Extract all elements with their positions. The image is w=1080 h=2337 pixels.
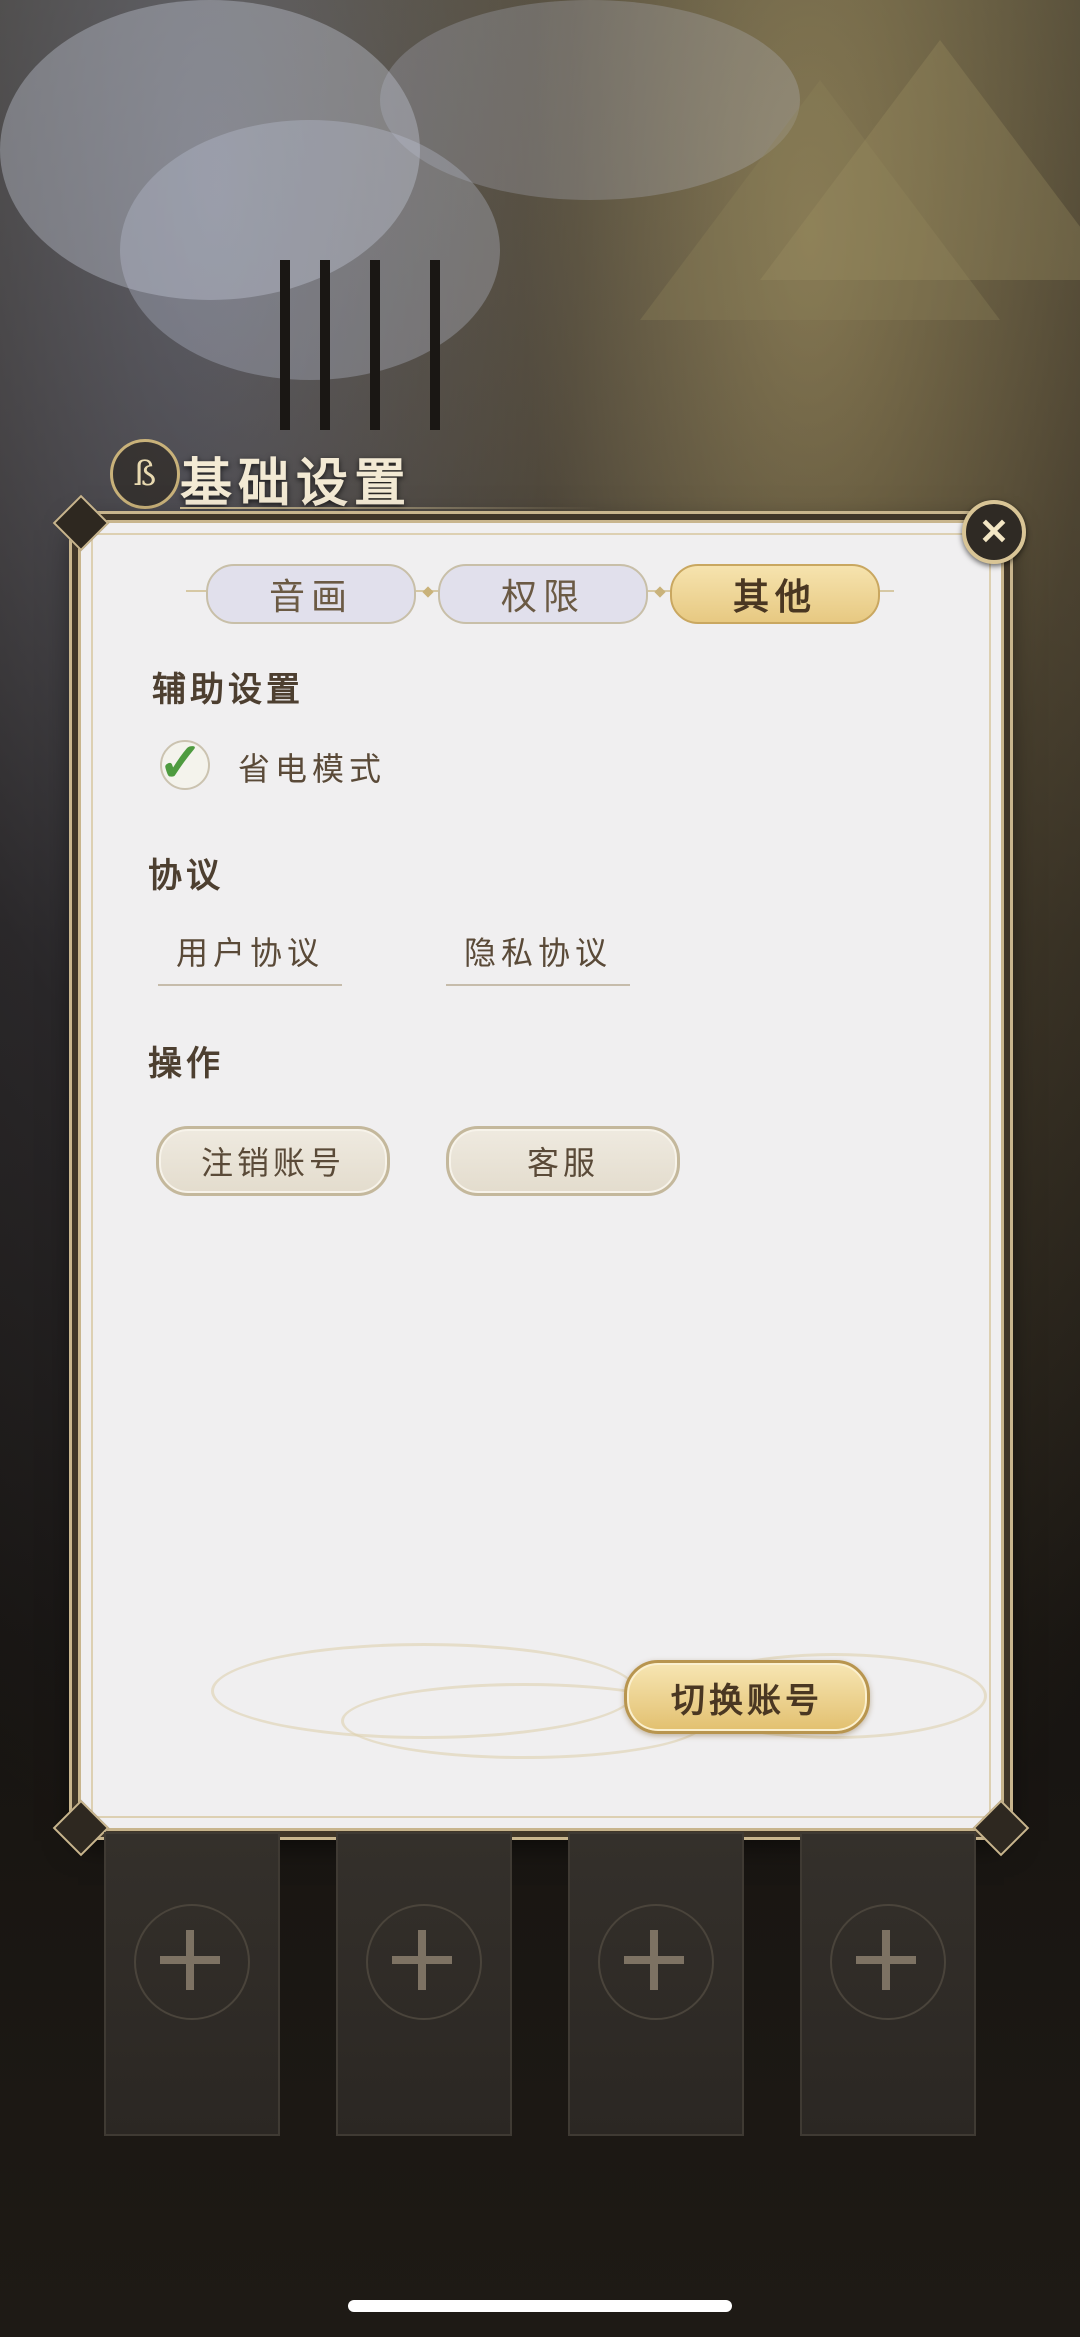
delete-account-button[interactable]: 注销账号	[156, 1126, 390, 1196]
character-slot[interactable]	[800, 1832, 976, 2136]
power-saving-checkbox[interactable]: ✓	[158, 730, 210, 794]
checkmark-icon: ✓	[158, 730, 204, 794]
tab-permissions[interactable]: 权限	[438, 564, 648, 624]
character-slot[interactable]	[104, 1832, 280, 2136]
railing-post	[430, 260, 440, 430]
settings-header: ß 基础设置	[110, 435, 600, 515]
railing-post	[280, 260, 290, 430]
tab-separator-dot	[422, 586, 434, 598]
power-saving-label: 省电模式	[238, 750, 387, 788]
page-title: 基础设置	[180, 453, 413, 514]
tab-audio-visual[interactable]: 音画	[206, 564, 416, 624]
plus-icon	[392, 1930, 452, 1990]
railing-post	[370, 260, 380, 430]
tab-separator-dot	[654, 586, 666, 598]
plus-icon	[856, 1930, 916, 1990]
title-underline	[180, 507, 600, 509]
plus-icon	[160, 1930, 220, 1990]
user-agreement-link[interactable]: 用户协议	[158, 928, 342, 986]
home-indicator[interactable]	[348, 2300, 732, 2312]
agreement-heading: 协议	[148, 856, 224, 896]
close-button[interactable]: ✕	[962, 500, 1026, 564]
character-slot[interactable]	[568, 1832, 744, 2136]
assist-settings-heading: 辅助设置	[152, 670, 304, 710]
character-slot[interactable]	[336, 1832, 512, 2136]
railing-post	[320, 260, 330, 430]
close-x-icon: ✕	[978, 511, 1010, 553]
privacy-agreement-link[interactable]: 隐私协议	[446, 928, 630, 986]
switch-account-button[interactable]: 切换账号	[624, 1660, 870, 1734]
butterfly-emblem-icon: ß	[110, 439, 180, 509]
operations-heading: 操作	[148, 1044, 224, 1084]
tab-bar: 音画 权限 其他	[186, 560, 894, 624]
plus-icon	[624, 1930, 684, 1990]
mountain-silhouette	[760, 40, 1080, 280]
tab-other[interactable]: 其他	[670, 564, 880, 624]
customer-service-button[interactable]: 客服	[446, 1126, 680, 1196]
